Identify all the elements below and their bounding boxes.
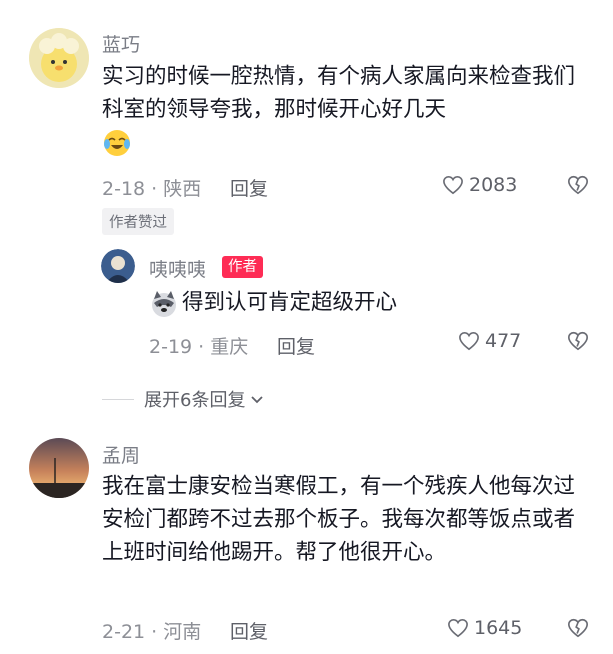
- expand-replies-label: 展开6条回复: [144, 390, 246, 411]
- avatar[interactable]: [29, 438, 89, 498]
- husky-emoji: [149, 289, 179, 319]
- comment-date-location: 2-18 · 陕西: [102, 178, 202, 200]
- chevron-down-icon: [251, 396, 264, 404]
- comment-username[interactable]: 蓝巧: [102, 30, 140, 57]
- like-button[interactable]: 1645: [447, 617, 522, 639]
- crying-laughing-emoji: [102, 128, 132, 158]
- author-liked-tag: 作者赞过: [102, 208, 174, 235]
- reply-button[interactable]: 回复: [230, 617, 268, 644]
- dislike-icon[interactable]: [567, 174, 589, 196]
- expand-replies-button[interactable]: 展开6条回复: [102, 386, 265, 412]
- comment-date-location: 2-21 · 河南: [102, 621, 202, 643]
- like-count: 477: [485, 330, 522, 352]
- reply-button[interactable]: 回复: [230, 174, 268, 201]
- comment-username[interactable]: 孟周: [102, 441, 140, 468]
- heart-icon: [459, 331, 479, 351]
- comment-text: 得到认可肯定超级开心: [182, 290, 398, 315]
- heart-icon: [443, 175, 463, 195]
- author-tag: 作者: [222, 256, 263, 278]
- like-count: 1645: [474, 617, 523, 639]
- dislike-icon[interactable]: [567, 617, 589, 639]
- avatar[interactable]: [101, 249, 135, 283]
- divider-line: [102, 398, 134, 400]
- comment-text: 我在富士康安检当寒假工，有一个残疾人他每次过安检门都跨不过去那个板子。我每次都等…: [102, 474, 576, 565]
- like-button[interactable]: 2083: [442, 174, 517, 196]
- like-count: 2083: [469, 174, 518, 196]
- comment-date-location: 2-19 · 重庆: [149, 336, 249, 358]
- comment-username[interactable]: 咦咦咦: [149, 255, 206, 282]
- reply-button[interactable]: 回复: [277, 332, 315, 359]
- comment-text: 实习的时候一腔热情，有个病人家属向来检查我们科室的领导夸我，那时候开心好几天: [102, 64, 576, 122]
- dislike-icon[interactable]: [567, 330, 589, 352]
- heart-icon: [448, 618, 468, 638]
- avatar[interactable]: [29, 28, 89, 88]
- like-button[interactable]: 477: [458, 330, 521, 352]
